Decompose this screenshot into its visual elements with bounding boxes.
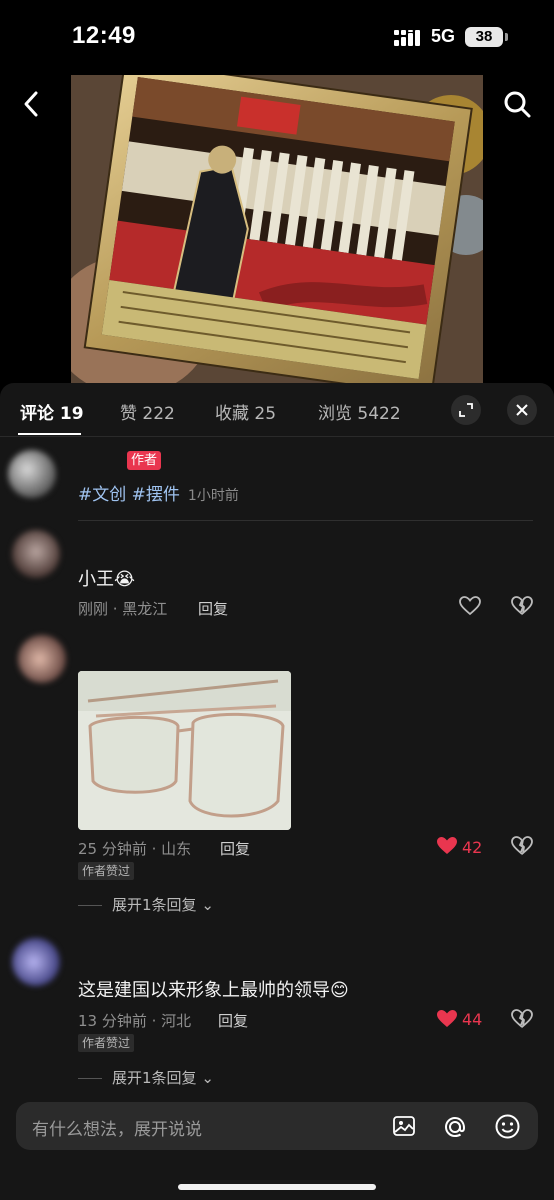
dislike-icon[interactable] <box>511 1009 533 1029</box>
author-liked-badge: 作者赞过 <box>78 1034 135 1052</box>
expand-label: 展开1条回复 <box>112 896 197 914</box>
divider <box>78 520 533 521</box>
dislike-icon[interactable] <box>511 596 533 616</box>
status-time: 12:49 <box>72 22 136 49</box>
tab-favorites[interactable]: 收藏 25 <box>215 399 276 424</box>
heart-filled-icon[interactable] <box>436 836 458 856</box>
tab-likes[interactable]: 赞 222 <box>120 399 175 424</box>
glasses-image <box>78 671 291 830</box>
at-icon[interactable] <box>442 1114 468 1140</box>
comment-sheet: 评论 19 赞 222 收藏 25 浏览 5422 作者 #文创 #摆件 1小时前… <box>0 383 554 1200</box>
post-time: 1小时前 <box>187 488 239 504</box>
input-placeholder: 有什么想法，展开说说 <box>32 1120 202 1140</box>
comment-text: 小王😭 <box>78 569 136 590</box>
signal-icon <box>394 30 420 46</box>
dash-line <box>78 905 102 906</box>
topic-tags[interactable]: #文创 #摆件 <box>78 485 180 505</box>
tab-views[interactable]: 浏览 5422 <box>318 399 401 424</box>
comment-meta: 13 分钟前 · 河北 <box>78 1012 192 1030</box>
search-icon[interactable] <box>502 89 532 119</box>
avatar[interactable] <box>18 635 66 683</box>
comment-meta: 刚刚 · 黑龙江 <box>78 600 168 618</box>
avatar[interactable] <box>12 938 60 986</box>
chevron-down-icon: ⌄ <box>201 896 214 914</box>
emoji-icon[interactable] <box>494 1113 521 1140</box>
close-button[interactable] <box>507 395 537 425</box>
expand-replies[interactable]: 展开1条回复 ⌄ <box>78 894 214 915</box>
network-label: 5G <box>431 26 456 46</box>
back-icon[interactable] <box>18 89 44 119</box>
expand-label: 展开1条回复 <box>112 1069 197 1087</box>
expand-button[interactable] <box>451 395 481 425</box>
battery-tip <box>505 33 508 41</box>
chevron-down-icon: ⌄ <box>201 1069 214 1087</box>
status-bar: 12:49 5G 38 <box>0 0 554 75</box>
tab-bar: 评论 19 赞 222 收藏 25 浏览 5422 <box>0 383 554 437</box>
reply-button[interactable]: 回复 <box>218 1010 248 1031</box>
author-liked-badge: 作者赞过 <box>78 862 135 880</box>
tab-comments[interactable]: 评论 19 <box>20 399 84 424</box>
expand-replies[interactable]: 展开1条回复 ⌄ <box>78 1067 214 1088</box>
topic-line: #文创 #摆件 1小时前 <box>78 480 239 505</box>
battery-icon: 38 <box>465 27 503 47</box>
post-image[interactable] <box>71 75 483 385</box>
image-icon[interactable] <box>392 1114 416 1138</box>
expand-icon <box>459 403 473 417</box>
comment-text: 这是建国以来形象上最帅的领导😊 <box>78 980 349 1001</box>
reply-button[interactable]: 回复 <box>220 838 250 859</box>
comment-meta: 25 分钟前 · 山东 <box>78 840 192 858</box>
tab-underline <box>18 433 81 435</box>
reply-button[interactable]: 回复 <box>198 598 228 619</box>
heart-filled-icon[interactable] <box>436 1009 458 1029</box>
avatar[interactable] <box>12 530 60 578</box>
dislike-icon[interactable] <box>511 836 533 856</box>
home-indicator <box>178 1184 376 1190</box>
avatar[interactable] <box>8 450 56 498</box>
post-photo-area <box>0 75 554 385</box>
enamel-plaque-photo <box>71 75 483 385</box>
dash-line <box>78 1078 102 1079</box>
heart-outline-icon[interactable] <box>459 596 481 616</box>
comment-input[interactable]: 有什么想法，展开说说 <box>16 1102 538 1150</box>
comment-image[interactable] <box>78 671 291 830</box>
like-count: 42 <box>462 838 483 857</box>
author-badge: 作者 <box>127 451 162 470</box>
close-icon <box>516 404 528 416</box>
like-count: 44 <box>462 1010 483 1029</box>
